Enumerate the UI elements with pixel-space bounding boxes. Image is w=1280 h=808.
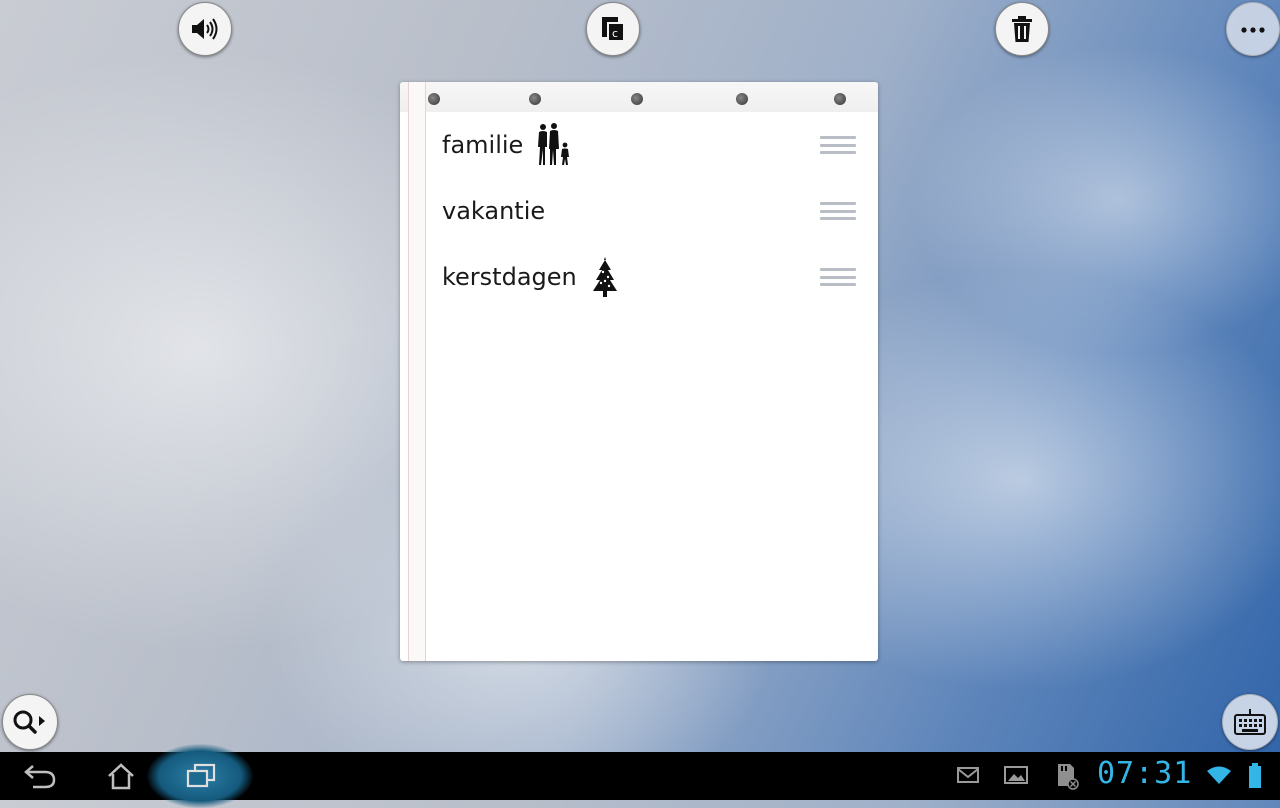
binding-hole — [834, 93, 846, 105]
note-title: vakantie — [442, 197, 546, 225]
gallery-icon — [1004, 766, 1028, 784]
binding-hole — [736, 93, 748, 105]
note-title: familie — [442, 131, 524, 159]
back-button[interactable] — [18, 752, 62, 800]
sdcard-icon — [1058, 764, 1079, 790]
more-icon — [1241, 27, 1265, 33]
note-item-vakantie[interactable]: vakantie — [442, 178, 856, 244]
svg-text:c: c — [612, 27, 618, 40]
binding-hole — [631, 93, 643, 105]
copy-icon: c — [602, 17, 625, 42]
notepad-binding — [400, 82, 878, 112]
keyboard-icon — [1234, 709, 1266, 735]
family-icon — [538, 123, 570, 165]
note-item-kerstdagen[interactable]: kerstdagen — [442, 244, 856, 310]
copy-button[interactable]: c — [586, 2, 640, 56]
recent-apps-icon — [186, 763, 216, 788]
notes-notepad: familie vakantie kerstdagen — [400, 82, 878, 661]
binding-hole — [529, 93, 541, 105]
recent-apps-button[interactable] — [180, 752, 222, 800]
home-button[interactable] — [100, 752, 142, 800]
back-icon — [24, 765, 56, 789]
search-button[interactable] — [2, 694, 58, 750]
drag-handle[interactable] — [820, 202, 856, 220]
speaker-icon — [192, 18, 218, 40]
note-title: kerstdagen — [442, 263, 577, 291]
drag-handle[interactable] — [820, 268, 856, 286]
status-clock: 07:31 — [1097, 756, 1193, 791]
note-list: familie vakantie kerstdagen — [442, 112, 856, 310]
sound-button[interactable] — [178, 2, 232, 56]
home-icon — [108, 763, 134, 790]
wifi-icon — [1207, 766, 1231, 784]
drag-handle[interactable] — [820, 136, 856, 154]
system-navigation-bar: 07:31 — [0, 744, 1280, 808]
note-item-familie[interactable]: familie — [442, 112, 856, 178]
notepad-margin — [408, 82, 426, 661]
gmail-icon — [957, 767, 979, 783]
keyboard-button[interactable] — [1222, 694, 1278, 750]
search-icon — [13, 710, 45, 734]
battery-icon — [1249, 763, 1261, 788]
trash-icon — [1012, 16, 1032, 42]
binding-hole — [428, 93, 440, 105]
christmas-tree-icon — [592, 257, 617, 297]
overflow-menu-button[interactable] — [1226, 2, 1280, 56]
delete-button[interactable] — [995, 2, 1049, 56]
